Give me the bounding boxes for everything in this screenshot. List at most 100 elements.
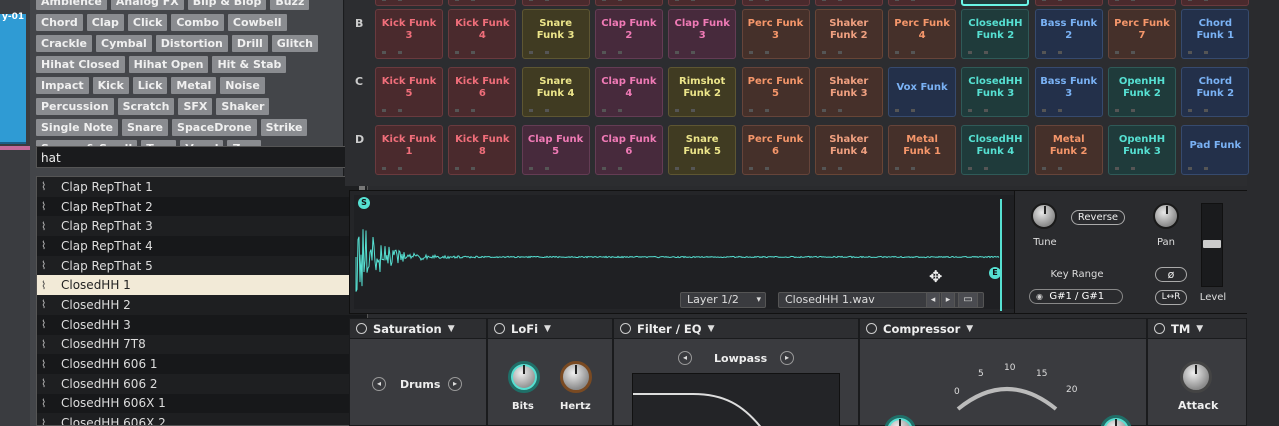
search-input[interactable] — [37, 148, 337, 168]
pad-row-a[interactable] — [815, 0, 883, 6]
pad-row-a[interactable] — [668, 0, 736, 6]
tag-chip[interactable]: Buzz — [270, 0, 309, 10]
key-range-field[interactable]: ◉ G#1 / G#1 — [1029, 289, 1123, 304]
pad-row-a[interactable] — [888, 0, 956, 6]
end-marker[interactable]: E — [989, 267, 1001, 279]
pad[interactable]: Snare Funk 3 — [522, 9, 590, 59]
tag-chip[interactable]: Hihat Closed — [36, 56, 125, 73]
tag-chip[interactable]: Lick — [133, 77, 168, 94]
makeup-knob[interactable] — [1100, 415, 1132, 426]
tag-chip[interactable]: Strike — [261, 119, 308, 136]
attack-knob[interactable] — [1180, 361, 1212, 393]
layer-select[interactable]: Layer 1/2 ▾ — [680, 292, 766, 308]
pad[interactable]: Kick Funk 8 — [448, 125, 516, 175]
pad-row-a[interactable] — [961, 0, 1029, 6]
filter-curve-display[interactable] — [632, 373, 840, 426]
pad[interactable]: Kick Funk 4 — [448, 9, 516, 59]
pad[interactable]: Perc Funk 6 — [742, 125, 810, 175]
pad-row-a[interactable] — [1108, 0, 1176, 6]
lofi-header[interactable]: LoFi ▼ — [488, 319, 612, 339]
pad-row-a[interactable] — [522, 0, 590, 6]
next-sample-button[interactable]: ▸ — [941, 292, 955, 308]
next-filter-button[interactable]: ▸ — [780, 351, 794, 365]
waveform-display[interactable]: S E ✥ Layer 1/2 ▾ ClosedHH 1.wav ◂ ▸ ▭ — [354, 195, 1014, 309]
list-item[interactable]: ⌇ ClosedHH 3 — [37, 315, 367, 335]
list-item[interactable]: ⌇ Clap RepThat 4 — [37, 236, 367, 256]
pad[interactable]: ClosedHH Funk 4 — [961, 125, 1029, 175]
list-item[interactable]: ⌇ Clap RepThat 2 — [37, 197, 367, 217]
track-clip[interactable]: y-01 — [0, 14, 26, 144]
tag-chip[interactable]: Ambience — [36, 0, 107, 10]
tag-chip[interactable]: Glitch — [272, 35, 318, 52]
list-item[interactable]: ⌇ ClosedHH 606X 1 — [37, 394, 367, 414]
tag-chip[interactable]: Cowbell — [228, 14, 287, 31]
tag-chip[interactable]: SpaceDrone — [172, 119, 257, 136]
phase-invert-button[interactable]: ø — [1155, 267, 1187, 282]
tag-chip[interactable]: SFX — [178, 98, 212, 115]
tag-chip[interactable]: Analog FX — [111, 0, 184, 10]
search-box[interactable]: ✕ — [36, 146, 368, 168]
pad[interactable]: ClosedHH Funk 3 — [961, 67, 1029, 117]
pad[interactable]: Perc Funk 7 — [1108, 9, 1176, 59]
pad[interactable]: ClosedHH Funk 2 — [961, 9, 1029, 59]
pad[interactable]: Bass Funk 2 — [1035, 9, 1103, 59]
pad[interactable]: Clap Funk 2 — [595, 9, 663, 59]
tag-chip[interactable]: Combo — [171, 14, 224, 31]
pad[interactable]: Clap Funk 6 — [595, 125, 663, 175]
tag-chip[interactable]: Noise — [220, 77, 265, 94]
pad[interactable]: Vox Funk — [888, 67, 956, 117]
tune-knob[interactable] — [1031, 203, 1057, 229]
pad[interactable]: Shaker Funk 3 — [815, 67, 883, 117]
pad[interactable]: Kick Funk 1 — [375, 125, 443, 175]
tag-chip[interactable]: Single Note — [36, 119, 118, 136]
tag-chip[interactable]: Scratch — [118, 98, 175, 115]
tag-chip[interactable]: Distortion — [156, 35, 228, 52]
power-icon[interactable] — [620, 323, 631, 334]
level-fader-cap[interactable] — [1203, 240, 1221, 248]
pad[interactable]: Snare Funk 4 — [522, 67, 590, 117]
level-fader[interactable] — [1201, 203, 1223, 287]
pad[interactable]: Kick Funk 3 — [375, 9, 443, 59]
pad[interactable]: Perc Funk 3 — [742, 9, 810, 59]
reverse-button[interactable]: Reverse — [1071, 210, 1125, 225]
tm-header[interactable]: TM ▼ — [1148, 319, 1246, 339]
tag-chip[interactable]: Cymbal — [96, 35, 152, 52]
pad[interactable]: Clap Funk 3 — [668, 9, 736, 59]
pad[interactable]: Metal Funk 1 — [888, 125, 956, 175]
list-item[interactable]: ⌇ ClosedHH 7T8 — [37, 335, 367, 355]
tag-chip[interactable]: Blip & Blop — [188, 0, 267, 10]
pad-row-a[interactable] — [595, 0, 663, 6]
pad[interactable]: Shaker Funk 2 — [815, 9, 883, 59]
tag-chip[interactable]: Drill — [232, 35, 268, 52]
tag-chip[interactable]: Hihat Open — [129, 56, 209, 73]
pad[interactable]: Clap Funk 5 — [522, 125, 590, 175]
next-mode-button[interactable]: ▸ — [448, 377, 462, 391]
compressor-header[interactable]: Compressor ▼ — [860, 319, 1146, 339]
bits-knob[interactable] — [508, 361, 540, 393]
list-item[interactable]: ⌇ Clap RepThat 1 — [37, 177, 367, 197]
prev-filter-button[interactable]: ◂ — [678, 351, 692, 365]
power-icon[interactable] — [1154, 323, 1165, 334]
pad[interactable]: Chord Funk 2 — [1181, 67, 1249, 117]
pad-row-a[interactable] — [375, 0, 443, 6]
pad[interactable]: Rimshot Funk 2 — [668, 67, 736, 117]
pad-row-a[interactable] — [448, 0, 516, 6]
pad[interactable]: Chord Funk 1 — [1181, 9, 1249, 59]
tag-chip[interactable]: Click — [128, 14, 167, 31]
folder-icon[interactable]: ▭ — [958, 292, 978, 308]
power-icon[interactable] — [494, 323, 505, 334]
start-marker[interactable]: S — [358, 197, 370, 209]
tag-chip[interactable]: Impact — [36, 77, 89, 94]
list-item[interactable]: ⌇ ClosedHH 606 2 — [37, 374, 367, 394]
list-item[interactable]: ⌇ ClosedHH 606 1 — [37, 354, 367, 374]
pad[interactable]: Shaker Funk 4 — [815, 125, 883, 175]
pad[interactable]: OpenHH Funk 3 — [1108, 125, 1176, 175]
prev-mode-button[interactable]: ◂ — [372, 377, 386, 391]
list-item[interactable]: ⌇ ClosedHH 2 — [37, 295, 367, 315]
list-item[interactable]: ⌇ ClosedHH 606X 2 — [37, 413, 367, 426]
lr-swap-button[interactable]: L↔R — [1155, 290, 1187, 305]
tag-chip[interactable]: Clap — [87, 14, 124, 31]
power-icon[interactable] — [866, 323, 877, 334]
pad[interactable]: Perc Funk 5 — [742, 67, 810, 117]
list-item[interactable]: ⌇ Clap RepThat 5 — [37, 256, 367, 276]
